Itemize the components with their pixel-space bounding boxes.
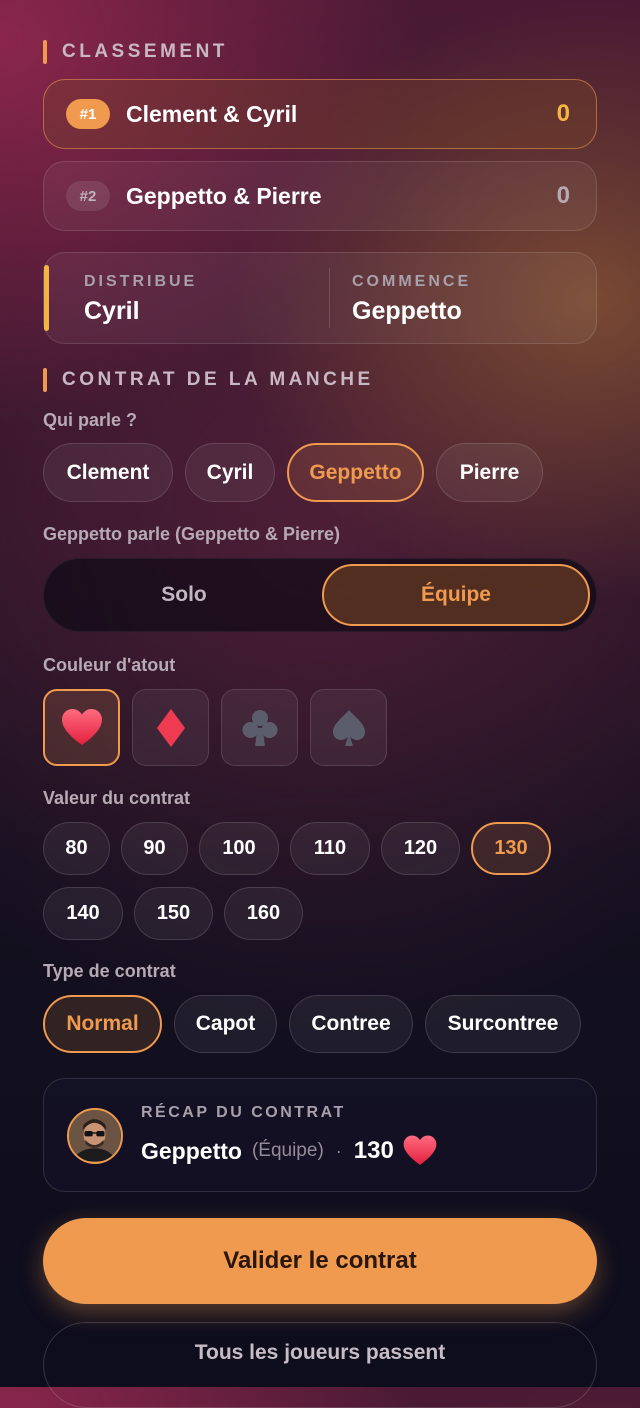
suit-club-button[interactable] <box>221 689 298 766</box>
mode-equipe-option[interactable]: Équipe <box>322 564 590 626</box>
all-pass-button[interactable]: Tous les joueurs passent <box>43 1322 597 1408</box>
player-option-pierre[interactable]: Pierre <box>436 443 543 502</box>
heart-icon <box>61 708 102 745</box>
avatar <box>67 1108 123 1164</box>
value-option-120[interactable]: 120 <box>381 822 460 875</box>
recap-player: Geppetto <box>141 1137 242 1164</box>
deal-accent-bar <box>44 265 49 331</box>
spade-icon <box>332 709 365 746</box>
team-name: Clement & Cyril <box>126 100 298 127</box>
section-accent-bar <box>43 40 47 64</box>
type-option-capot[interactable]: Capot <box>174 995 277 1053</box>
value-option-90[interactable]: 90 <box>121 822 188 875</box>
type-option-contree[interactable]: Contree <box>289 995 413 1053</box>
commence-value: Geppetto <box>352 297 462 325</box>
rank-badge: #1 <box>66 99 110 129</box>
classement-header: CLASSEMENT <box>43 40 228 64</box>
type-label: Type de contrat <box>43 961 176 981</box>
recap-title: RÉCAP DU CONTRAT <box>141 1104 346 1121</box>
recap-separator: · <box>335 1140 342 1161</box>
suit-spade-button[interactable] <box>310 689 387 766</box>
contrat-header: CONTRAT DE LA MANCHE <box>43 368 374 392</box>
player-option-clement[interactable]: Clement <box>43 443 173 502</box>
value-option-160[interactable]: 160 <box>224 887 303 940</box>
section-accent-bar <box>43 368 47 392</box>
validate-contract-button[interactable]: Valider le contrat <box>43 1218 597 1304</box>
value-option-150[interactable]: 150 <box>134 887 213 940</box>
deal-divider <box>329 268 330 328</box>
club-icon <box>242 709 277 746</box>
heart-icon <box>403 1135 437 1165</box>
value-option-80[interactable]: 80 <box>43 822 110 875</box>
rank-badge: #2 <box>66 181 110 211</box>
ranking-row-2: #2 Geppetto & Pierre 0 <box>43 161 597 231</box>
team-name: Geppetto & Pierre <box>126 182 322 209</box>
player-option-geppetto[interactable]: Geppetto <box>287 443 424 502</box>
qui-parle-label: Qui parle ? <box>43 410 138 430</box>
mode-solo-option[interactable]: Solo <box>49 564 319 626</box>
recap-line: Geppetto (Équipe) · 130 <box>141 1133 438 1169</box>
contract-recap-card: RÉCAP DU CONTRAT Geppetto (Équipe) · 130 <box>43 1078 597 1192</box>
contrat-title: CONTRAT DE LA MANCHE <box>62 369 374 390</box>
value-option-130[interactable]: 130 <box>471 822 551 875</box>
value-option-140[interactable]: 140 <box>43 887 123 940</box>
type-option-normal[interactable]: Normal <box>43 995 162 1053</box>
value-option-100[interactable]: 100 <box>199 822 279 875</box>
recap-value: 130 <box>353 1137 394 1164</box>
type-option-surcontree[interactable]: Surcontree <box>425 995 581 1053</box>
classement-title: CLASSEMENT <box>62 41 228 62</box>
distribue-value: Cyril <box>84 297 140 325</box>
diamond-icon <box>156 708 185 747</box>
distribue-label: DISTRIBUE <box>84 273 198 290</box>
deal-info-card: DISTRIBUE Cyril COMMENCE Geppetto <box>43 252 597 344</box>
commence-label: COMMENCE <box>352 273 472 290</box>
valeur-label: Valeur du contrat <box>43 788 191 808</box>
recap-mode: (Équipe) <box>251 1140 324 1161</box>
dealer-block: DISTRIBUE Cyril <box>84 273 197 326</box>
value-option-110[interactable]: 110 <box>290 822 370 875</box>
ranking-row-1: #1 Clement & Cyril 0 <box>43 79 597 149</box>
suit-diamond-button[interactable] <box>132 689 209 766</box>
starter-block: COMMENCE Geppetto <box>352 273 471 326</box>
suit-heart-button[interactable] <box>43 689 120 766</box>
team-score: 0 <box>556 100 570 127</box>
team-score: 0 <box>556 182 570 209</box>
mode-toggle: Solo Équipe <box>43 558 597 632</box>
player-option-cyril[interactable]: Cyril <box>185 443 275 502</box>
speaker-label: Geppetto parle (Geppetto & Pierre) <box>43 524 341 544</box>
couleur-label: Couleur d'atout <box>43 655 176 675</box>
